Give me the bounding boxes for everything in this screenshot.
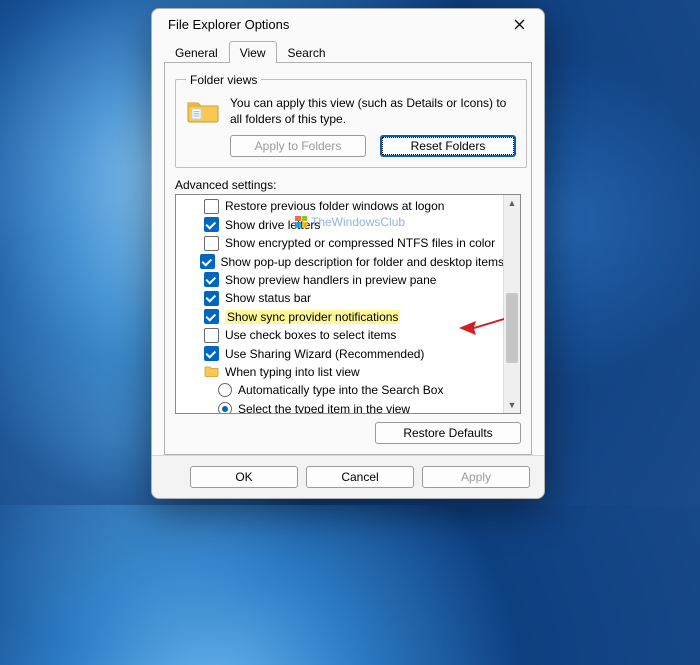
option-label: Select the typed item in the view (238, 402, 410, 414)
cancel-button[interactable]: Cancel (306, 466, 414, 488)
option-label: Show pop-up description for folder and d… (221, 255, 505, 269)
list-item[interactable]: Restore previous folder windows at logon (184, 197, 504, 215)
close-button[interactable] (504, 9, 534, 39)
checkbox-icon[interactable] (204, 199, 219, 214)
option-label: Show status bar (225, 291, 311, 305)
list-item[interactable]: Select the typed item in the view (184, 400, 504, 414)
folder-views-legend: Folder views (186, 73, 261, 87)
tab-search[interactable]: Search (277, 41, 337, 63)
restore-defaults-button[interactable]: Restore Defaults (375, 422, 521, 444)
dialog-title: File Explorer Options (168, 17, 289, 32)
annotation-arrow-icon (456, 312, 506, 340)
apply-to-folders-button[interactable]: Apply to Folders (230, 135, 366, 157)
watermark: TheWindowsClub (295, 215, 405, 229)
reset-folders-button[interactable]: Reset Folders (380, 135, 516, 157)
option-label: Use Sharing Wizard (Recommended) (225, 347, 424, 361)
ok-button[interactable]: OK (190, 466, 298, 488)
checkbox-icon[interactable] (204, 272, 219, 287)
close-icon (514, 19, 525, 30)
scroll-down-icon[interactable]: ▼ (504, 397, 520, 413)
checkbox-icon[interactable] (200, 254, 215, 269)
radio-icon[interactable] (218, 402, 232, 414)
radio-icon[interactable] (218, 383, 232, 397)
tab-general[interactable]: General (164, 41, 229, 63)
checkbox-icon[interactable] (204, 309, 219, 324)
folder-icon (204, 364, 219, 380)
option-label: Automatically type into the Search Box (238, 383, 443, 397)
watermark-text: TheWindowsClub (311, 215, 405, 229)
option-label: Show sync provider notifications (225, 310, 400, 324)
option-label: When typing into list view (225, 365, 360, 379)
list-item[interactable]: Show preview handlers in preview pane (184, 271, 504, 289)
tabstrip: General View Search (152, 40, 544, 62)
apply-button[interactable]: Apply (422, 466, 530, 488)
windows-logo-icon (295, 216, 307, 228)
option-label: Restore previous folder windows at logon (225, 199, 444, 213)
checkbox-icon[interactable] (204, 346, 219, 361)
option-label: Show preview handlers in preview pane (225, 273, 436, 287)
option-label: Use check boxes to select items (225, 328, 396, 342)
list-item[interactable]: Use Sharing Wizard (Recommended) (184, 344, 504, 362)
checkbox-icon[interactable] (204, 217, 219, 232)
tab-view[interactable]: View (229, 41, 277, 63)
folder-icon (186, 95, 220, 125)
advanced-settings-label: Advanced settings: (175, 178, 521, 192)
option-label: Show encrypted or compressed NTFS files … (225, 236, 495, 250)
list-item[interactable]: Show pop-up description for folder and d… (184, 252, 504, 270)
list-item[interactable]: Show encrypted or compressed NTFS files … (184, 234, 504, 252)
titlebar: File Explorer Options (152, 9, 544, 40)
scroll-thumb[interactable] (506, 293, 518, 363)
folder-views-group: Folder views You can apply this view (su… (175, 73, 527, 168)
checkbox-icon[interactable] (204, 291, 219, 306)
file-explorer-options-dialog: File Explorer Options General View Searc… (151, 8, 545, 499)
list-item[interactable]: Automatically type into the Search Box (184, 381, 504, 399)
tab-content-view: Folder views You can apply this view (su… (164, 62, 532, 455)
checkbox-icon[interactable] (204, 236, 219, 251)
dialog-footer: OK Cancel Apply (152, 455, 544, 498)
checkbox-icon[interactable] (204, 328, 219, 343)
scroll-up-icon[interactable]: ▲ (504, 195, 520, 211)
folder-views-text: You can apply this view (such as Details… (230, 95, 516, 127)
scrollbar[interactable]: ▲ ▼ (503, 195, 520, 413)
list-item[interactable]: Show status bar (184, 289, 504, 307)
list-item[interactable]: When typing into list view (184, 363, 504, 381)
